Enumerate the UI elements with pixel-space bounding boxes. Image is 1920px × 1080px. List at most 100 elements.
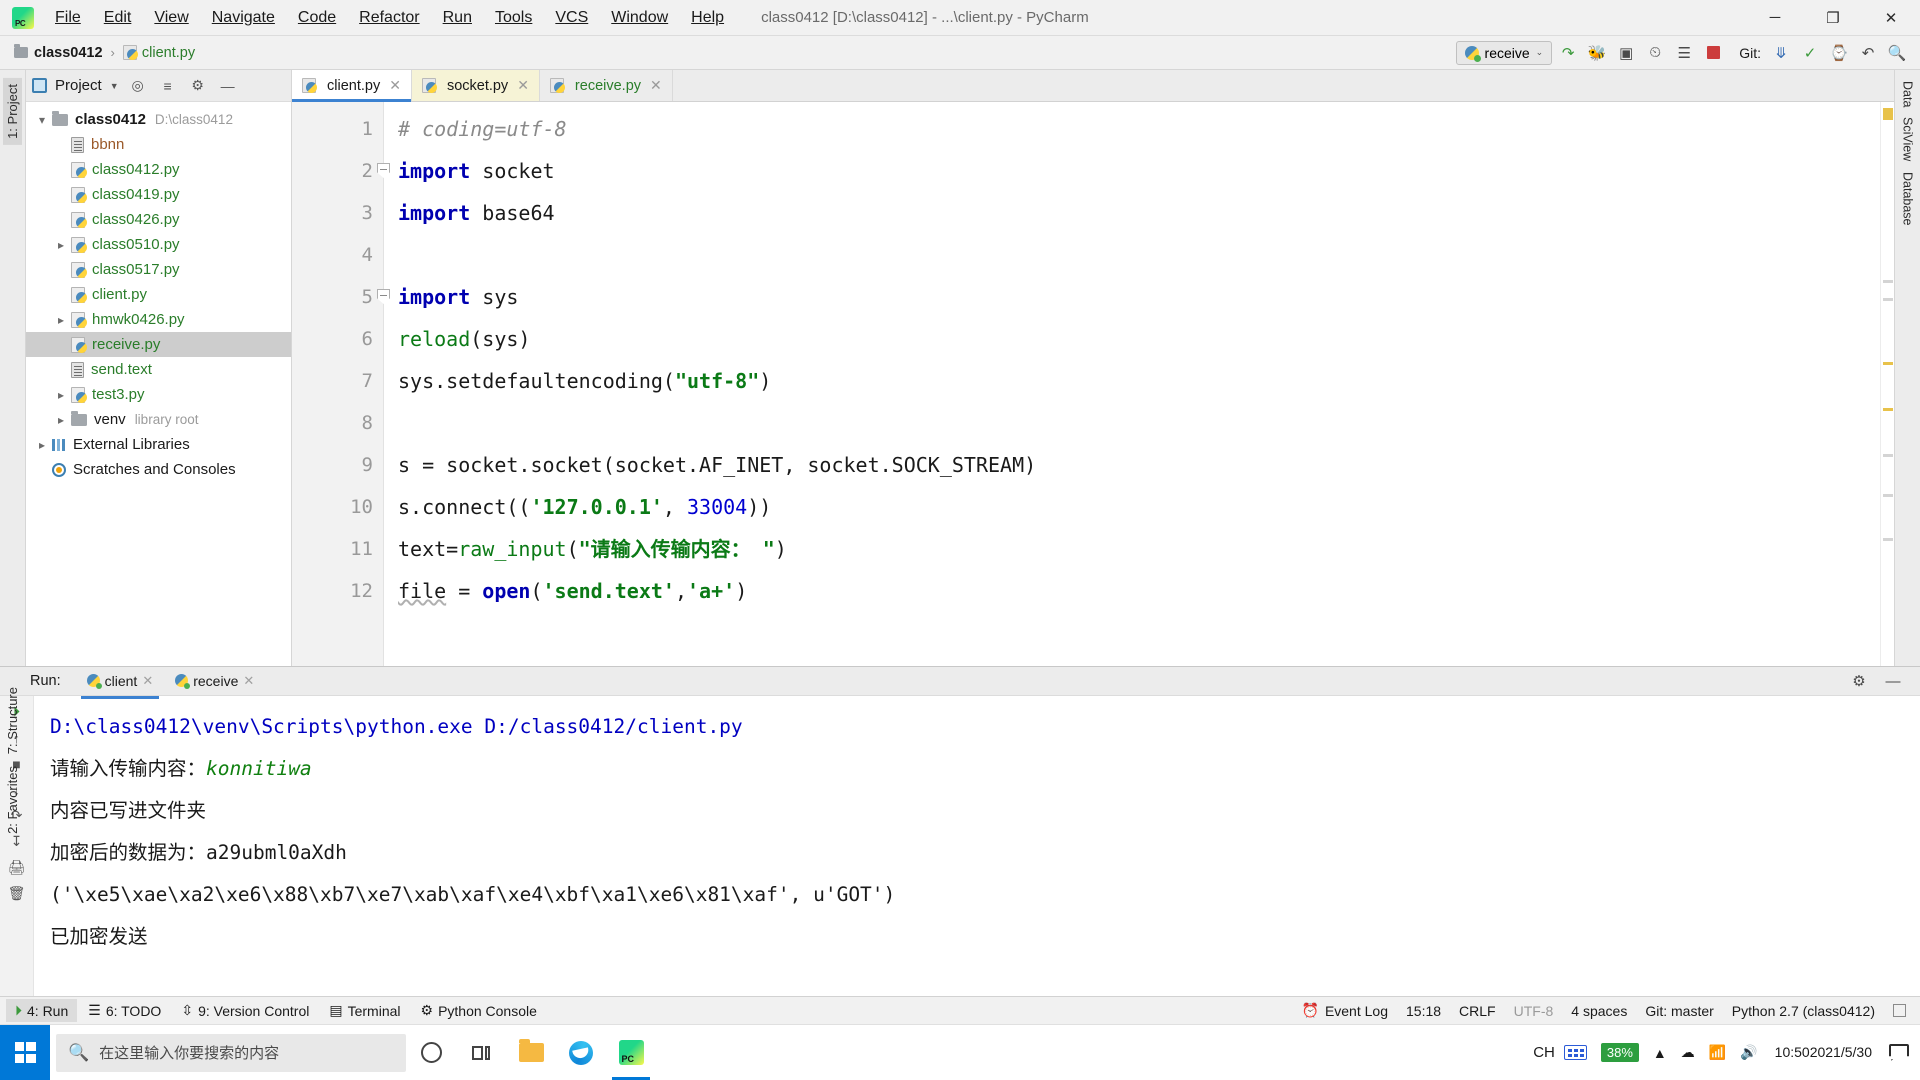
menu-vcs[interactable]: VCS (544, 5, 599, 31)
console-output[interactable]: D:\class0412\venv\Scripts\python.exe D:/… (34, 696, 1920, 996)
menu-edit[interactable]: Edit (93, 5, 143, 31)
menu-refactor[interactable]: Refactor (348, 5, 430, 31)
caret-position[interactable]: 15:18 (1406, 1003, 1441, 1019)
status-button-python-console[interactable]: ⚙ Python Console (412, 999, 546, 1022)
rail-tab-structure[interactable]: 7: Structure (3, 681, 22, 760)
run-configuration-selector[interactable]: receive ⌄ (1455, 40, 1553, 65)
tree-item-hmwk0426-py[interactable]: hmwk0426.py (26, 307, 291, 332)
menu-navigate[interactable]: Navigate (201, 5, 286, 31)
tree-twisty-icon[interactable] (51, 238, 71, 252)
tree-item-class0412[interactable]: class0412 D:\class0412 (26, 107, 291, 132)
status-button-version-control[interactable]: ⇳ 9: Version Control (172, 999, 318, 1022)
tree-item-venv[interactable]: venv library root (26, 407, 291, 432)
battery-saver-badge[interactable]: 38% (1594, 1025, 1646, 1080)
menu-run[interactable]: Run (432, 5, 483, 31)
run-tab-client[interactable]: client ✕ (79, 669, 162, 699)
pycharm-taskbar-button[interactable] (606, 1025, 656, 1080)
coverage-icon[interactable]: ▣ (1613, 41, 1639, 65)
rerun-icon[interactable]: ↷ (1555, 41, 1581, 65)
taskbar-search-box[interactable]: 🔍 在这里输入你要搜索的内容 (56, 1033, 406, 1072)
network-button[interactable]: 📶 (1702, 1025, 1733, 1080)
tree-item-test3-py[interactable]: test3.py (26, 382, 291, 407)
git-branch[interactable]: Git: master (1645, 1003, 1713, 1019)
editor-tab-receive-py[interactable]: receive.py ✕ (539, 70, 673, 101)
close-icon[interactable]: ✕ (650, 77, 662, 94)
rollback-icon[interactable]: ↶ (1855, 41, 1881, 65)
run-tab-receive[interactable]: receive ✕ (167, 669, 262, 694)
collapse-all-icon[interactable]: ≡ (157, 78, 179, 94)
tree-twisty-icon[interactable] (51, 413, 71, 427)
concurrency-icon[interactable]: ☰ (1671, 41, 1697, 65)
menu-view[interactable]: View (143, 5, 199, 31)
rail-tab-project[interactable]: 1: Project (3, 78, 22, 145)
tray-expand-button[interactable]: ▲ (1646, 1025, 1674, 1080)
menu-code[interactable]: Code (287, 5, 347, 31)
start-button[interactable] (0, 1025, 50, 1080)
memory-indicator[interactable] (1893, 1004, 1906, 1017)
project-dropdown-chevron-icon[interactable]: ▼ (110, 81, 119, 91)
tree-item-class0412-py[interactable]: class0412.py (26, 157, 291, 182)
ime-indicator[interactable]: CH (1526, 1025, 1594, 1080)
clock[interactable]: 10:50 2021/5/30 (1765, 1025, 1882, 1080)
tree-twisty-icon[interactable] (32, 438, 52, 452)
locate-icon[interactable]: ◎ (127, 77, 149, 94)
rail-tab-data[interactable]: Data (1899, 76, 1917, 112)
commit-icon[interactable]: ✓ (1797, 41, 1823, 65)
profile-icon[interactable]: ⏲ (1642, 41, 1668, 65)
settings-gear-icon[interactable]: ⚙ (1846, 669, 1872, 693)
cortana-button[interactable] (406, 1025, 456, 1080)
menu-help[interactable]: Help (680, 5, 735, 31)
code-content[interactable]: # coding=utf-8 import socket import base64… (384, 102, 1880, 666)
tree-twisty-icon[interactable] (51, 313, 71, 327)
minimize-button[interactable]: ─ (1746, 0, 1804, 35)
rail-tab-favorites[interactable]: 2: Favorites (3, 760, 22, 840)
indent-setting[interactable]: 4 spaces (1571, 1003, 1627, 1019)
debug-icon[interactable]: 🐝 (1584, 41, 1610, 65)
status-button-terminal[interactable]: ▤ Terminal (320, 999, 409, 1022)
close-icon[interactable]: ✕ (389, 77, 401, 94)
breadcrumb-project[interactable]: class0412 (14, 44, 103, 61)
rail-tab-database[interactable]: Database (1899, 167, 1917, 231)
file-encoding[interactable]: UTF-8 (1514, 1003, 1554, 1019)
breadcrumb-file[interactable]: client.py (122, 45, 195, 61)
tree-item-class0517-py[interactable]: class0517.py (26, 257, 291, 282)
line-separator[interactable]: CRLF (1459, 1003, 1496, 1019)
tree-item-send-text[interactable]: send.text (26, 357, 291, 382)
event-log-button[interactable]: ⏰ Event Log (1302, 1002, 1389, 1019)
close-icon[interactable]: ✕ (142, 673, 153, 689)
update-project-icon[interactable]: ⤋ (1768, 41, 1794, 65)
tree-item-bbnn[interactable]: bbnn (26, 132, 291, 157)
tree-item-client-py[interactable]: client.py (26, 282, 291, 307)
hide-panel-icon[interactable]: — (1880, 669, 1906, 693)
status-button-run[interactable]: ⏵ 4: Run (6, 999, 78, 1022)
settings-gear-icon[interactable]: ⚙ (187, 77, 209, 94)
search-everywhere-icon[interactable]: 🔍 (1884, 41, 1910, 65)
close-icon[interactable]: ✕ (517, 77, 529, 94)
rail-tab-sciview[interactable]: SciView (1899, 112, 1917, 166)
tree-item-receive-py[interactable]: receive.py (26, 332, 291, 357)
tree-item-external-libraries[interactable]: External Libraries (26, 432, 291, 457)
hide-panel-icon[interactable]: — (217, 78, 239, 94)
maximize-button[interactable]: ❐ (1804, 0, 1862, 35)
print-icon[interactable]: 🖨 (8, 858, 26, 877)
tree-item-class0510-py[interactable]: class0510.py (26, 232, 291, 257)
notifications-button[interactable] (1882, 1025, 1916, 1080)
tree-twisty-icon[interactable] (51, 388, 71, 402)
stop-icon[interactable] (1700, 41, 1726, 65)
menu-window[interactable]: Window (600, 5, 679, 31)
close-icon[interactable]: ✕ (243, 673, 254, 689)
task-view-button[interactable] (456, 1025, 506, 1080)
tree-twisty-icon[interactable] (32, 113, 52, 127)
volume-button[interactable]: 🔊 (1733, 1025, 1764, 1080)
editor-tab-socket-py[interactable]: socket.py ✕ (411, 70, 540, 101)
status-button-todo[interactable]: ☰ 6: TODO (79, 999, 170, 1022)
history-icon[interactable]: ⌚ (1826, 41, 1852, 65)
editor-marker-strip[interactable] (1880, 102, 1894, 666)
close-button[interactable]: ✕ (1862, 0, 1920, 35)
tree-item-class0419-py[interactable]: class0419.py (26, 182, 291, 207)
python-interpreter[interactable]: Python 2.7 (class0412) (1732, 1003, 1875, 1019)
clear-all-icon[interactable]: 🗑 (8, 884, 26, 903)
tree-item-class0426-py[interactable]: class0426.py (26, 207, 291, 232)
menu-tools[interactable]: Tools (484, 5, 543, 31)
tree-item-scratches-and-consoles[interactable]: Scratches and Consoles (26, 457, 291, 482)
